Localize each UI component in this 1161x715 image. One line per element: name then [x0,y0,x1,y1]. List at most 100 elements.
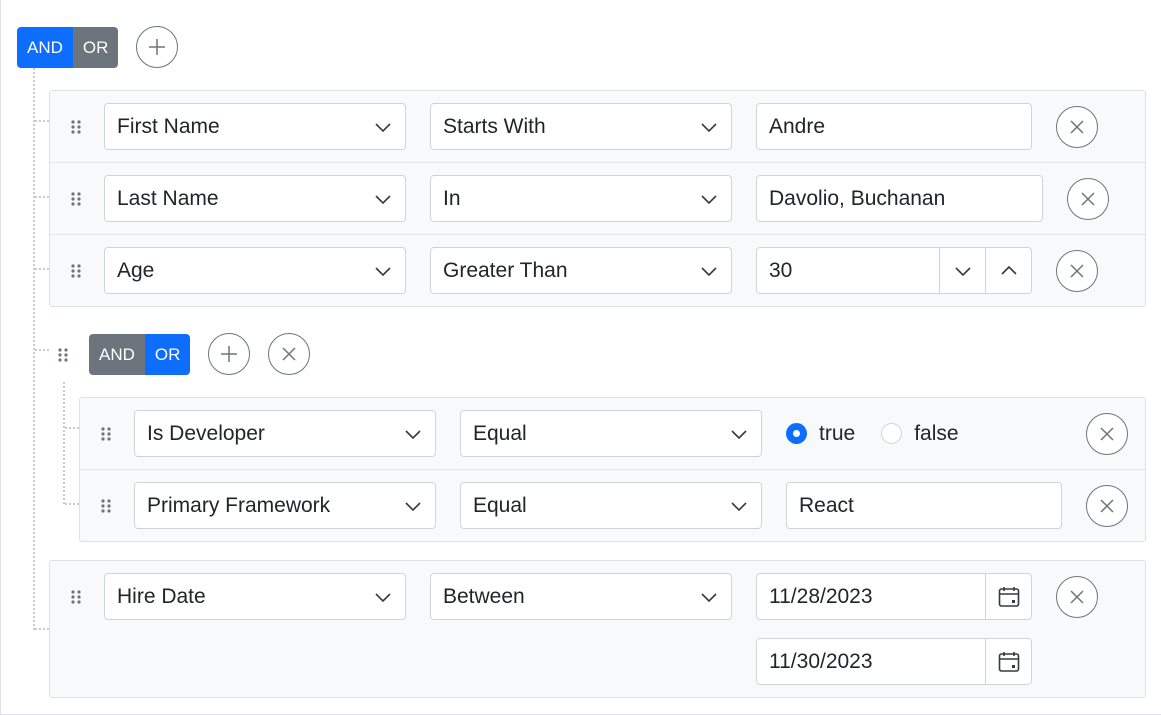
or-button[interactable]: OR [72,27,119,68]
value-input[interactable]: React [786,482,1062,529]
numeric-input[interactable]: 30 [756,247,1032,294]
connector-line [35,268,49,270]
close-icon [1070,120,1084,134]
radio-false[interactable] [881,423,903,444]
calendar-button[interactable] [985,639,1031,684]
chevron-down-icon [405,429,421,439]
chevron-down-icon [405,501,421,511]
radio-true[interactable] [786,423,807,444]
value-input[interactable]: Andre [756,103,1032,150]
operator-select-value: Starts With [443,114,546,138]
calendar-icon [998,651,1019,672]
radio-true-label: true [819,421,856,445]
calendar-button[interactable] [985,574,1031,619]
close-icon [282,347,296,361]
radio-false-label: false [914,421,959,445]
operator-select-value: Between [443,584,525,608]
field-select-value: Last Name [117,186,219,210]
chevron-down-icon [375,122,391,132]
plus-icon [221,346,237,362]
operator-select[interactable]: In [430,175,732,222]
chevron-up-icon [1000,265,1017,275]
chevron-down-icon [701,122,717,132]
close-icon [1070,264,1084,278]
close-icon [1070,590,1084,604]
numeric-input-value: 30 [769,258,793,282]
field-select[interactable]: Is Developer [134,410,436,457]
root-logic-toggle: AND OR [17,27,119,68]
field-select-value: First Name [117,114,220,138]
field-select-value: Primary Framework [147,493,331,517]
date-from-value: 11/28/2023 [769,584,873,608]
increment-button[interactable] [985,248,1031,293]
and-button[interactable]: AND [17,27,73,68]
operator-select-value: Equal [473,421,527,445]
add-rule-button[interactable] [208,333,250,375]
drag-handle-icon[interactable] [69,263,83,279]
boolean-radio-group: true false [786,410,959,457]
connector-line [35,349,49,351]
drag-handle-icon[interactable] [69,119,83,135]
chevron-down-icon [701,592,717,602]
row-divider [50,234,1145,235]
field-select[interactable]: Last Name [104,175,406,222]
operator-select[interactable]: Greater Than [430,247,732,294]
connector-line [63,382,65,504]
field-select[interactable]: Hire Date [104,573,406,620]
close-icon [1100,499,1114,513]
operator-select-value: Equal [473,493,527,517]
operator-select[interactable]: Between [430,573,732,620]
operator-select[interactable]: Starts With [430,103,732,150]
field-select[interactable]: First Name [104,103,406,150]
value-input-text: Davolio, Buchanan [769,186,946,210]
drag-handle-icon[interactable] [69,191,83,207]
connector-line [35,196,49,198]
remove-rule-button[interactable] [1056,250,1098,292]
chevron-down-icon [375,592,391,602]
chevron-down-icon [375,266,391,276]
date-to-input[interactable]: 11/30/2023 [756,638,1032,685]
remove-rule-button[interactable] [1086,485,1128,527]
connector-line [35,628,49,630]
plus-icon [149,39,165,55]
connector-line [65,427,79,429]
drag-handle-icon[interactable] [99,498,113,514]
drag-handle-icon[interactable] [69,589,83,605]
row-divider [50,162,1145,163]
remove-rule-button[interactable] [1056,106,1098,148]
field-select-value: Is Developer [147,421,265,445]
drag-handle-icon[interactable] [56,347,70,363]
decrement-button[interactable] [939,248,985,293]
add-rule-button[interactable] [136,26,178,68]
date-to-value: 11/30/2023 [769,649,873,673]
chevron-down-icon [701,194,717,204]
query-builder: AND OR First Name Starts With Andre Last… [0,0,1161,715]
date-from-input[interactable]: 11/28/2023 [756,573,1032,620]
drag-handle-icon[interactable] [99,426,113,442]
chevron-down-icon [375,194,391,204]
and-button[interactable]: AND [89,334,145,375]
close-icon [1100,427,1114,441]
operator-select[interactable]: Equal [460,482,762,529]
field-select-value: Hire Date [117,584,206,608]
operator-select-value: Greater Than [443,258,568,282]
value-input[interactable]: Davolio, Buchanan [756,175,1043,222]
connector-line [65,503,79,505]
value-input-text: Andre [769,114,826,138]
remove-rule-button[interactable] [1067,178,1109,220]
operator-select[interactable]: Equal [460,410,762,457]
field-select-value: Age [117,258,155,282]
remove-rule-button[interactable] [1086,413,1128,455]
chevron-down-icon [954,266,971,276]
chevron-down-icon [731,501,747,511]
row-divider [80,469,1145,470]
field-select[interactable]: Age [104,247,406,294]
remove-rule-button[interactable] [1056,576,1098,618]
chevron-down-icon [701,266,717,276]
field-select[interactable]: Primary Framework [134,482,436,529]
remove-group-button[interactable] [268,333,310,375]
or-button[interactable]: OR [144,334,191,375]
close-icon [1081,192,1095,206]
value-input-text: React [799,493,854,517]
calendar-icon [998,586,1019,607]
